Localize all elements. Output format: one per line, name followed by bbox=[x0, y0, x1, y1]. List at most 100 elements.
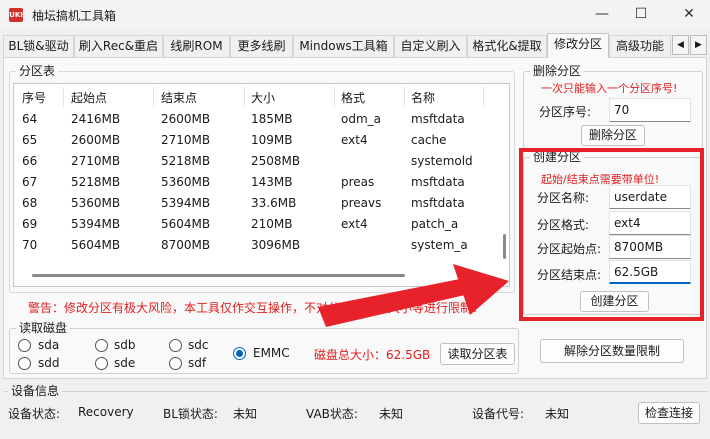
column-header-format[interactable]: 格式 bbox=[341, 89, 365, 109]
radio-sdb[interactable] bbox=[95, 339, 108, 352]
device-info-title: 设备信息 bbox=[8, 384, 63, 398]
tab-scroll-left-button[interactable]: ◀ bbox=[672, 35, 689, 55]
column-divider bbox=[483, 87, 484, 107]
column-divider bbox=[334, 87, 335, 107]
tab-modify-partition[interactable]: 修改分区 bbox=[547, 33, 609, 58]
column-header-end[interactable]: 结束点 bbox=[161, 89, 197, 109]
cell-size: 3096MB bbox=[251, 238, 301, 252]
tab-mindows-toolbox[interactable]: Mindows工具箱 bbox=[293, 35, 394, 57]
radio-sdc[interactable] bbox=[169, 339, 182, 352]
column-header-size[interactable]: 大小 bbox=[251, 89, 275, 109]
delete-partition-button[interactable]: 删除分区 bbox=[581, 125, 645, 146]
tab-flash-rec-reboot[interactable]: 刷入Rec&重启 bbox=[74, 35, 163, 57]
vab-status-value: 未知 bbox=[379, 407, 404, 421]
table-row[interactable]: 70 5604MB 8700MB 3096MB system_a bbox=[14, 236, 501, 257]
partition-table-title: 分区表 bbox=[16, 64, 59, 78]
tab-strip: BL锁&驱动 刷入Rec&重启 线刷ROM 更多线刷 Mindows工具箱 自定… bbox=[3, 33, 708, 58]
radio-sdf-label[interactable]: sdf bbox=[188, 356, 206, 370]
read-disk-title: 读取磁盘 bbox=[16, 321, 71, 335]
maximize-button[interactable]: ☐ bbox=[630, 4, 652, 24]
cell-index: 65 bbox=[22, 133, 38, 147]
table-row[interactable]: 65 2600MB 2710MB 109MB ext4 cache bbox=[14, 131, 501, 152]
app-logo-icon: UKI bbox=[9, 8, 23, 22]
delete-partition-title: 删除分区 bbox=[530, 64, 585, 78]
radio-sdd-label[interactable]: sdd bbox=[38, 356, 60, 370]
delete-partition-note: 一次只能输入一个分区序号! bbox=[541, 82, 678, 95]
partition-index-label: 分区序号: bbox=[539, 105, 592, 119]
table-row[interactable]: 68 5360MB 5394MB 33.6MB preavs msftdata bbox=[14, 194, 501, 215]
cell-index: 67 bbox=[22, 175, 38, 189]
cell-format: odm_a bbox=[341, 112, 382, 126]
unlock-partition-limit-button[interactable]: 解除分区数量限制 bbox=[540, 339, 684, 363]
radio-sdc-label[interactable]: sdc bbox=[188, 338, 208, 352]
tab-format-extract[interactable]: 格式化&提取 bbox=[467, 35, 547, 57]
radio-sdd[interactable] bbox=[18, 357, 31, 370]
device-code-label: 设备代号: bbox=[472, 407, 525, 421]
tab-custom-flash[interactable]: 自定义刷入 bbox=[394, 35, 467, 57]
device-status-label: 设备状态: bbox=[8, 407, 61, 421]
window-title: 柚坛搞机工具箱 bbox=[32, 9, 117, 23]
minimize-button[interactable]: — bbox=[591, 4, 613, 24]
tab-advanced[interactable]: 高级功能 bbox=[609, 35, 671, 57]
column-divider bbox=[153, 87, 154, 107]
cell-end: 5218MB bbox=[161, 154, 211, 168]
disk-total-size: 磁盘总大小：62.5GB bbox=[314, 348, 431, 362]
cell-name: patch_a bbox=[411, 217, 459, 231]
cell-size: 185MB bbox=[251, 112, 293, 126]
column-header-index[interactable]: 序号 bbox=[22, 89, 46, 109]
check-connection-button[interactable]: 检查连接 bbox=[638, 402, 700, 424]
partition-index-input[interactable]: 70 bbox=[609, 98, 691, 122]
radio-emmc[interactable] bbox=[233, 347, 246, 360]
tab-more-flash[interactable]: 更多线刷 bbox=[230, 35, 293, 57]
cell-size: 2508MB bbox=[251, 154, 301, 168]
radio-sdb-label[interactable]: sdb bbox=[114, 338, 136, 352]
table-header: 序号 起始点 结束点 大小 格式 名称 bbox=[14, 84, 501, 110]
close-button[interactable]: ✕ bbox=[678, 4, 700, 24]
cell-name: msftdata bbox=[411, 175, 465, 189]
radio-emmc-label[interactable]: EMMC bbox=[253, 346, 290, 360]
column-divider bbox=[404, 87, 405, 107]
radio-sdf[interactable] bbox=[169, 357, 182, 370]
table-row[interactable]: 64 2416MB 2600MB 185MB odm_a msftdata bbox=[14, 110, 501, 131]
cell-size: 109MB bbox=[251, 133, 293, 147]
highlight-box bbox=[519, 148, 704, 321]
cell-name: systemold bbox=[411, 154, 473, 168]
tab-bl-driver[interactable]: BL锁&驱动 bbox=[3, 35, 74, 57]
cell-end: 2710MB bbox=[161, 133, 211, 147]
cell-index: 64 bbox=[22, 112, 38, 126]
radio-sda[interactable] bbox=[18, 339, 31, 352]
radio-sda-label[interactable]: sda bbox=[38, 338, 59, 352]
cell-index: 66 bbox=[22, 154, 38, 168]
tab-flash-rom[interactable]: 线刷ROM bbox=[163, 35, 230, 57]
cell-end: 2600MB bbox=[161, 112, 211, 126]
cell-format: ext4 bbox=[341, 217, 368, 231]
tab-scroll-right-button[interactable]: ▶ bbox=[690, 35, 707, 55]
cell-start: 5218MB bbox=[71, 175, 121, 189]
read-partition-table-button[interactable]: 读取分区表 bbox=[440, 343, 515, 365]
cell-start: 2710MB bbox=[71, 154, 121, 168]
radio-sde[interactable] bbox=[95, 357, 108, 370]
cell-index: 70 bbox=[22, 238, 38, 252]
cell-name: msftdata bbox=[411, 196, 465, 210]
risk-warning-text: 警告：修改分区有极大风险，本工具仅作交互操作，不对分区数量、大小等进行限制！ bbox=[28, 301, 485, 315]
radio-sde-label[interactable]: sde bbox=[114, 356, 135, 370]
column-header-start[interactable]: 起始点 bbox=[71, 89, 107, 109]
column-header-name[interactable]: 名称 bbox=[411, 89, 435, 109]
cell-format: preas bbox=[341, 175, 375, 189]
horizontal-scrollbar[interactable] bbox=[32, 274, 405, 277]
cell-format: preavs bbox=[341, 196, 382, 210]
cell-start: 2416MB bbox=[71, 112, 121, 126]
title-bar: UKI 柚坛搞机工具箱 — ☐ ✕ bbox=[0, 0, 710, 30]
cell-size: 210MB bbox=[251, 217, 293, 231]
device-status-value: Recovery bbox=[78, 405, 134, 419]
cell-end: 5360MB bbox=[161, 175, 211, 189]
table-row[interactable]: 69 5394MB 5604MB 210MB ext4 patch_a bbox=[14, 215, 501, 236]
bl-status-value: 未知 bbox=[233, 407, 258, 421]
partition-list[interactable]: 序号 起始点 结束点 大小 格式 名称 64 2416MB 2600MB 185… bbox=[13, 83, 510, 287]
vertical-scrollbar[interactable] bbox=[503, 234, 506, 259]
cell-start: 5604MB bbox=[71, 238, 121, 252]
cell-start: 2600MB bbox=[71, 133, 121, 147]
table-row[interactable]: 66 2710MB 5218MB 2508MB systemold bbox=[14, 152, 501, 173]
cell-end: 5394MB bbox=[161, 196, 211, 210]
table-row[interactable]: 67 5218MB 5360MB 143MB preas msftdata bbox=[14, 173, 501, 194]
